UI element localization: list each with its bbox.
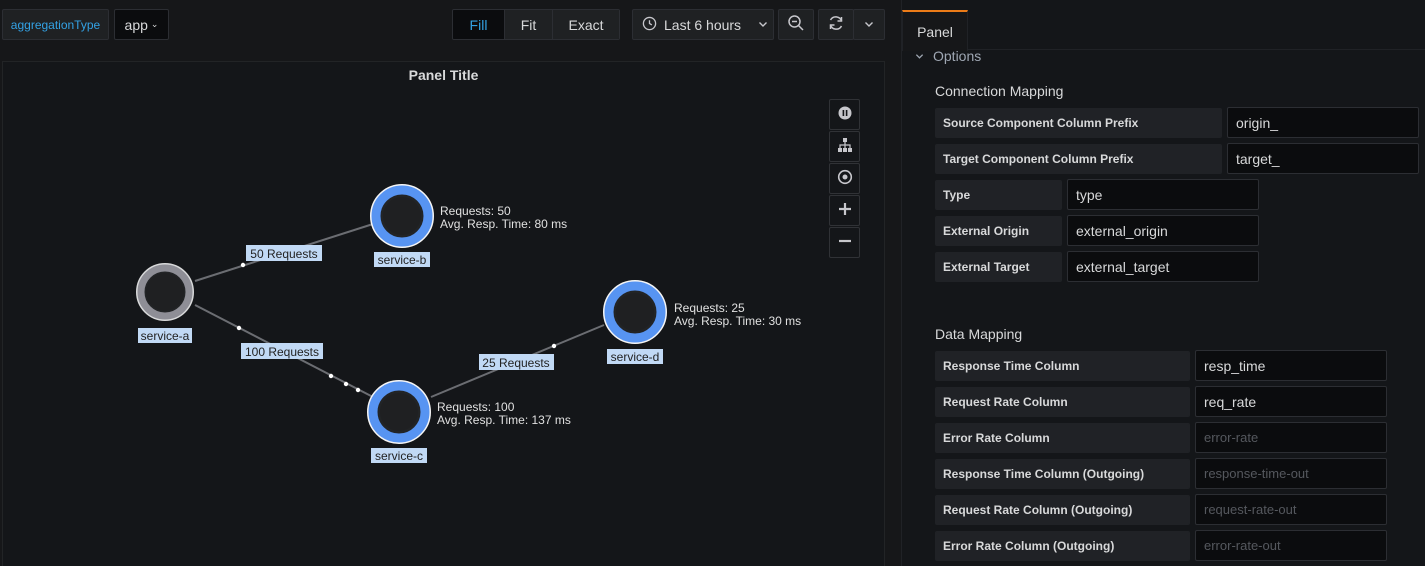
node-service-d[interactable]: service-d Requests: 25 Avg. Resp. Time: … xyxy=(603,280,801,364)
response-time-out-input[interactable]: response-time-out xyxy=(1195,458,1387,489)
center-button[interactable] xyxy=(829,163,860,194)
request-rate-label: Request Rate Column xyxy=(935,387,1190,417)
type-label: Type xyxy=(935,180,1062,210)
error-rate-input[interactable]: error-rate xyxy=(1195,422,1387,453)
view-mode-fit-button[interactable]: Fit xyxy=(505,10,553,39)
source-prefix-label: Source Component Column Prefix xyxy=(935,108,1222,138)
node-resp-time: Avg. Resp. Time: 137 ms xyxy=(437,413,571,427)
error-rate-label: Error Rate Column xyxy=(935,423,1190,453)
edge-particle xyxy=(355,387,361,393)
request-rate-input[interactable]: req_rate xyxy=(1195,386,1387,417)
view-mode-fill-button[interactable]: Fill xyxy=(453,10,505,39)
panel-editor: Panel Options Connection Mapping Source … xyxy=(901,0,1425,566)
variable-label: aggregationType xyxy=(2,9,109,40)
node-label: service-c xyxy=(375,449,423,463)
edge-particle xyxy=(240,262,246,268)
data-mapping-title: Data Mapping xyxy=(935,326,1023,342)
error-rate-out-label: Error Rate Column (Outgoing) xyxy=(935,531,1190,561)
node-label: service-a xyxy=(141,329,190,343)
external-origin-label: External Origin xyxy=(935,216,1062,246)
refresh-button[interactable] xyxy=(818,9,854,40)
target-prefix-label: Target Component Column Prefix xyxy=(935,144,1222,174)
zoom-in-button[interactable] xyxy=(829,195,860,226)
node-resp-time: Avg. Resp. Time: 80 ms xyxy=(440,217,567,231)
response-time-input[interactable]: resp_time xyxy=(1195,350,1387,381)
connection-mapping-title: Connection Mapping xyxy=(935,83,1064,99)
minus-icon xyxy=(838,234,852,251)
request-rate-out-label: Request Rate Column (Outgoing) xyxy=(935,495,1190,525)
edge-particle xyxy=(236,325,242,331)
hierarchy-icon xyxy=(837,137,853,156)
node-service-a[interactable]: service-a xyxy=(136,263,194,343)
chevron-down-icon: ⌄ xyxy=(150,19,159,29)
layout-button[interactable] xyxy=(829,131,860,162)
view-mode-exact-button[interactable]: Exact xyxy=(553,10,619,39)
node-service-b[interactable]: service-b Requests: 50 Avg. Resp. Time: … xyxy=(370,184,567,267)
variable-select[interactable]: app ⌄ xyxy=(114,9,169,40)
tab-panel[interactable]: Panel xyxy=(902,10,968,51)
response-time-out-label: Response Time Column (Outgoing) xyxy=(935,459,1190,489)
edge-label-a-b: 50 Requests xyxy=(246,245,322,261)
request-rate-out-input[interactable]: request-rate-out xyxy=(1195,494,1387,525)
source-prefix-input[interactable]: origin_ xyxy=(1227,107,1419,138)
plus-icon xyxy=(838,202,852,219)
graph-panel: Panel Title 50 Requests 100 Requests 25 … xyxy=(2,61,885,566)
edge-label-a-c: 100 Requests xyxy=(241,343,323,359)
refresh-interval-dropdown[interactable] xyxy=(853,9,885,40)
edge-label-text: 50 Requests xyxy=(250,247,317,261)
node-requests: Requests: 25 xyxy=(674,301,745,315)
node-resp-time: Avg. Resp. Time: 30 ms xyxy=(674,314,801,328)
external-target-input[interactable]: external_target xyxy=(1067,251,1259,282)
node-label: service-d xyxy=(611,350,660,364)
zoom-out-icon xyxy=(787,14,805,35)
edge-label-text: 25 Requests xyxy=(482,356,549,370)
zoom-out-time-button[interactable] xyxy=(778,9,814,40)
node-requests: Requests: 100 xyxy=(437,400,515,414)
variable-value: app xyxy=(124,16,148,33)
clock-icon xyxy=(642,16,657,34)
edge-particle xyxy=(551,343,557,349)
node-service-c[interactable]: service-c Requests: 100 Avg. Resp. Time:… xyxy=(367,380,571,463)
node-requests: Requests: 50 xyxy=(440,204,511,218)
target-icon xyxy=(837,169,853,188)
error-rate-out-input[interactable]: error-rate-out xyxy=(1195,530,1387,561)
edge-label-c-d: 25 Requests xyxy=(479,354,554,370)
edge-particle xyxy=(328,373,334,379)
refresh-icon xyxy=(827,14,845,35)
edge-particle xyxy=(343,381,349,387)
pause-icon xyxy=(838,106,852,123)
response-time-label: Response Time Column xyxy=(935,351,1190,381)
editor-tabs: Panel xyxy=(902,10,1425,51)
service-graph[interactable]: 50 Requests 100 Requests 25 Requests ser… xyxy=(3,62,886,566)
view-mode-group: Fill Fit Exact xyxy=(452,9,620,40)
options-label: Options xyxy=(933,48,982,64)
options-toggle[interactable]: Options xyxy=(915,48,981,64)
target-prefix-input[interactable]: target_ xyxy=(1227,143,1419,174)
chevron-down-icon xyxy=(915,48,924,64)
pause-button[interactable] xyxy=(829,99,860,130)
zoom-out-button[interactable] xyxy=(829,227,860,258)
node-label: service-b xyxy=(378,253,427,267)
external-origin-input[interactable]: external_origin xyxy=(1067,215,1259,246)
chevron-down-icon xyxy=(758,19,768,31)
time-range-label: Last 6 hours xyxy=(664,16,742,33)
time-range-picker[interactable]: Last 6 hours xyxy=(632,9,774,40)
edge-label-text: 100 Requests xyxy=(245,345,319,359)
type-input[interactable]: type xyxy=(1067,179,1259,210)
chevron-down-icon xyxy=(864,17,874,32)
external-target-label: External Target xyxy=(935,252,1062,282)
